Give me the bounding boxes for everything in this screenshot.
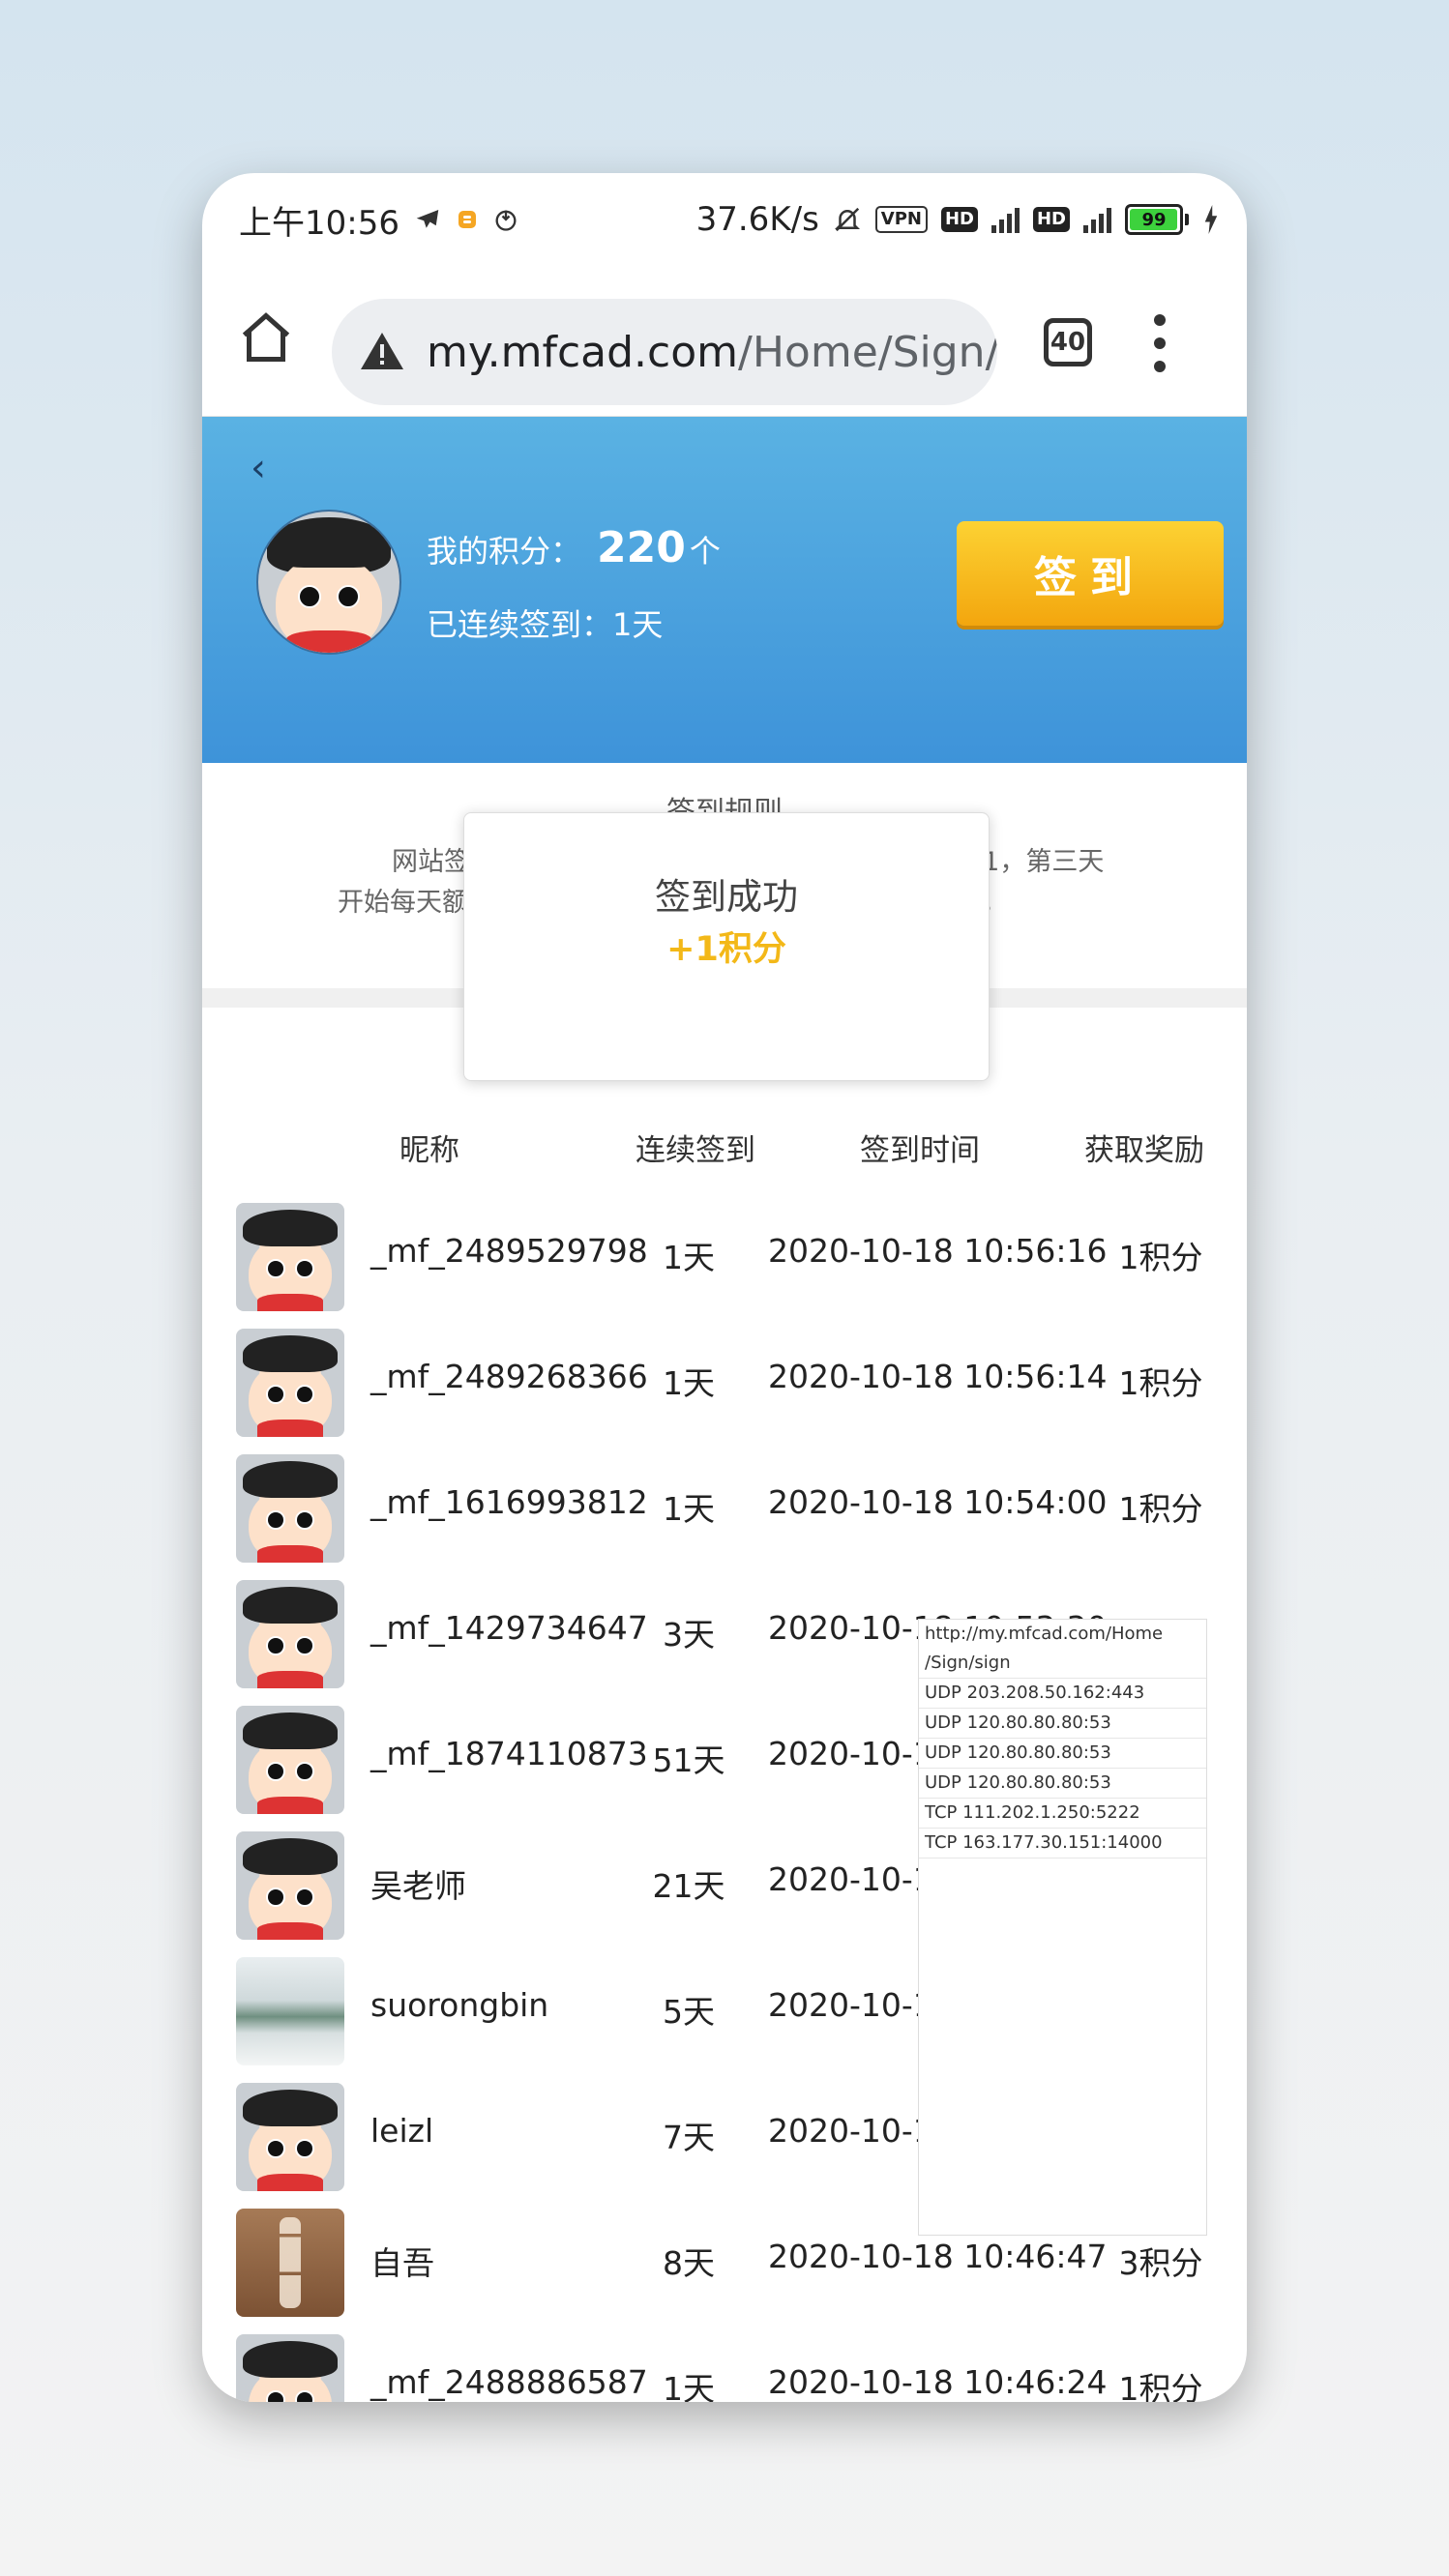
status-bar: 上午10:56 37.6K/s VPN HD HD 99 [202,173,1247,266]
col-nickname: 昵称 [399,1133,459,1168]
row-time: 2020-10-18 10:56:16 [768,1232,1108,1270]
phone-screen: 上午10:56 37.6K/s VPN HD HD 99 my.mfcad.co… [202,173,1247,2402]
row-nickname: suorongbin [370,1986,549,2024]
my-streak: 已连续签到：1天 [427,606,664,643]
my-score: 我的积分： 220 个 [427,523,721,572]
row-nickname: leizl [370,2112,434,2150]
row-time: 2020-10-1 [768,2112,933,2150]
url-host: my.mfcad.com [427,327,739,377]
net-monitor-line: TCP 111.202.1.250:5222 [919,1799,1206,1829]
home-button[interactable] [231,303,301,372]
row-nickname: _mf_2489529798 [370,1232,648,1270]
user-avatar [236,1454,344,1563]
success-popup: 签到成功 +1积分 [463,812,990,1081]
row-nickname: _mf_2489268366 [370,1358,648,1395]
signal-icon-2 [1083,206,1111,233]
row-time: 2020-10-1 [768,1986,933,2024]
user-avatar [236,1203,344,1311]
row-nickname: _mf_1429734647 [370,1609,648,1647]
popup-title: 签到成功 [655,876,798,918]
row-streak: 1天 [663,2370,715,2402]
back-button[interactable]: ‹ [251,446,266,490]
score-unit: 个 [689,533,721,570]
tab-switcher-button[interactable]: 40 [1044,318,1092,366]
row-streak: 1天 [663,1364,715,1402]
row-streak: 1天 [663,1239,715,1276]
row-time: 2020-10-18 10:54:00 [768,1483,1108,1521]
net-monitor-line: http://my.mfcad.com/Home [925,1624,1164,1644]
score-label: 我的积分： [427,533,582,570]
row-reward: 1积分 [1118,1364,1203,1402]
airplane-notification-icon [413,205,442,234]
col-streak: 连续签到 [636,1133,755,1168]
browser-toolbar: my.mfcad.com/Home/Sign/ 40 [202,266,1247,417]
user-avatar [236,1329,344,1437]
row-nickname: 自吾 [370,2244,434,2282]
user-avatar [236,2083,344,2191]
row-streak: 1天 [663,1490,715,1528]
user-avatar [236,1706,344,1814]
row-streak: 3天 [663,1616,715,1654]
row-reward: 1积分 [1118,1490,1203,1528]
url-path: /Home/Sign/ [738,327,997,377]
net-monitor-line: UDP 120.80.80.80:53 [919,1709,1206,1739]
signin-button[interactable]: 签到 [957,521,1224,626]
address-bar[interactable]: my.mfcad.com/Home/Sign/ [332,299,997,405]
signin-header: ‹ 我的积分： 220 个 已连续签到：1天 签到 [202,417,1247,763]
more-menu-button[interactable] [1140,308,1179,378]
row-reward: 1积分 [1118,1239,1203,1276]
table-row[interactable]: _mf_2489529798 1天 2020-10-18 10:56:16 1积分 [202,1193,1247,1319]
warning-icon[interactable] [359,329,405,375]
network-speed: 37.6K/s [695,200,819,239]
signal-icon-1 [991,206,1020,233]
net-monitor-line: /Sign/sign [919,1649,1206,1679]
battery-icon: 99 [1125,204,1189,235]
list-header: 昵称 连续签到 签到时间 获取奖励 [202,1126,1247,1174]
net-monitor-line: UDP 120.80.80.80:53 [919,1769,1206,1799]
user-avatar [236,1580,344,1688]
table-row[interactable]: _mf_2489268366 1天 2020-10-18 10:56:14 1积分 [202,1319,1247,1445]
row-time: 2020-10-1 [768,1860,933,1898]
net-monitor-line: TCP 163.177.30.151:14000 [919,1829,1206,1859]
download-notification-icon [492,206,519,233]
row-nickname: _mf_2488886587 [370,2363,648,2401]
vpn-badge: VPN [874,206,928,233]
row-streak: 5天 [663,1993,715,2031]
user-avatar [236,2334,344,2402]
row-time: 2020-10-18 10:46:47 [768,2238,1108,2275]
battery-level: 99 [1141,209,1167,230]
col-reward: 获取奖励 [1084,1133,1204,1168]
mute-bell-icon [833,205,862,234]
row-streak: 21天 [652,1867,725,1905]
row-streak: 8天 [663,2244,715,2282]
net-monitor-line: UDP 120.80.80.80:53 [919,1739,1206,1769]
popup-reward: +1积分 [666,930,786,969]
row-time: 2020-10-1 [768,1735,933,1772]
row-nickname: _mf_1616993812 [370,1483,648,1521]
status-time: 上午10:56 [239,203,399,243]
row-nickname: 吴老师 [370,1867,466,1905]
net-monitor-line: UDP 203.208.50.162:443 [919,1679,1206,1709]
row-reward: 3积分 [1118,2244,1203,2282]
my-avatar [256,510,401,655]
charging-icon [1202,205,1220,234]
col-time: 签到时间 [860,1133,980,1168]
row-time: 2020-10-18 10:56:14 [768,1358,1108,1395]
table-row[interactable]: _mf_1616993812 1天 2020-10-18 10:54:00 1积分 [202,1445,1247,1570]
table-row[interactable]: _mf_2488886587 1天 2020-10-18 10:46:24 1积分 [202,2325,1247,2402]
row-streak: 51天 [652,1742,725,1779]
blogger-icon [456,208,479,231]
row-reward: 1积分 [1118,2370,1203,2402]
network-monitor-overlay: http://my.mfcad.com/Home/Sign/sign UDP 20… [918,1619,1207,2236]
row-time: 2020-10-18 10:46:24 [768,2363,1108,2401]
user-avatar [236,1957,344,2065]
row-streak: 7天 [663,2119,715,2156]
hd-badge-2: HD [1032,207,1070,232]
row-nickname: _mf_1874110873 [370,1735,648,1772]
home-icon [242,312,290,362]
user-avatar [236,2209,344,2317]
hd-badge-1: HD [940,207,978,232]
user-avatar [236,1831,344,1940]
score-value: 220 [597,523,686,572]
